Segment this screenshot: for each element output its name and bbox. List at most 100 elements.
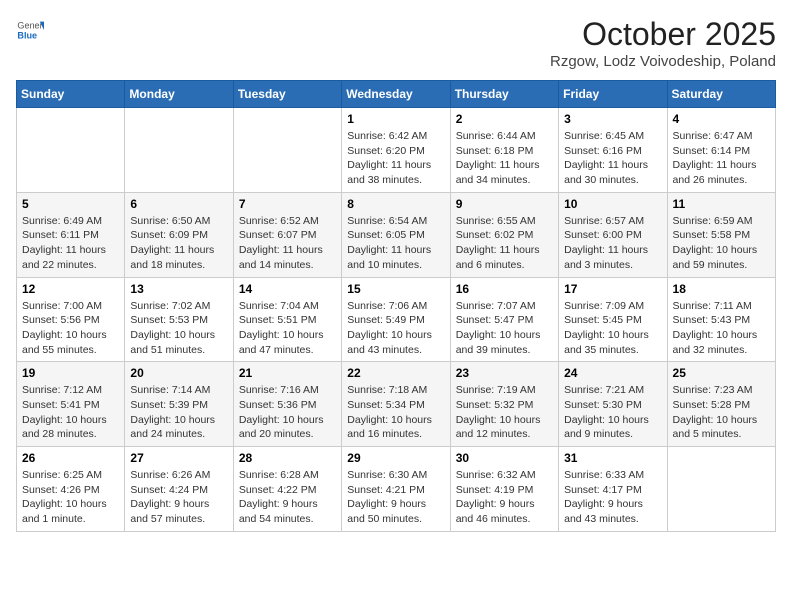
day-number: 13 <box>130 282 227 296</box>
day-content: Sunrise: 7:16 AM Sunset: 5:36 PM Dayligh… <box>239 383 336 442</box>
day-content: Sunrise: 6:45 AM Sunset: 6:16 PM Dayligh… <box>564 129 661 188</box>
calendar-cell: 6Sunrise: 6:50 AM Sunset: 6:09 PM Daylig… <box>125 192 233 277</box>
calendar-cell: 23 Sunrise: 7:19 AM Sunset: 5:32 PM Dayli… <box>450 362 558 447</box>
calendar-cell <box>125 108 233 193</box>
calendar-cell <box>17 108 125 193</box>
calendar-cell: 28 Sunrise: 6:28 AM Sunset: 4:22 PM Dayli… <box>233 447 341 532</box>
weekday-header-cell: Tuesday <box>233 81 341 108</box>
logo: General Blue <box>16 16 44 44</box>
day-number: 1 <box>347 112 444 126</box>
calendar-cell: 9Sunrise: 6:55 AM Sunset: 6:02 PM Daylig… <box>450 192 558 277</box>
calendar-body: 1 Sunrise: 6:42 AM Sunset: 6:20 PM Daylig… <box>17 108 776 532</box>
day-content: Sunrise: 6:52 AM Sunset: 6:07 PM Dayligh… <box>239 214 336 273</box>
day-content: Sunrise: 6:54 AM Sunset: 6:05 PM Dayligh… <box>347 214 444 273</box>
day-content: Sunrise: 7:09 AM Sunset: 5:45 PM Dayligh… <box>564 299 661 358</box>
calendar-table: SundayMondayTuesdayWednesdayThursdayFrid… <box>16 80 776 532</box>
day-number: 22 <box>347 366 444 380</box>
day-number: 25 <box>673 366 770 380</box>
svg-text:Blue: Blue <box>17 30 37 40</box>
day-content: Sunrise: 7:12 AM Sunset: 5:41 PM Dayligh… <box>22 383 119 442</box>
day-content: Sunrise: 6:59 AM Sunset: 5:58 PM Dayligh… <box>673 214 770 273</box>
day-number: 17 <box>564 282 661 296</box>
day-number: 30 <box>456 451 553 465</box>
day-content: Sunrise: 6:30 AM Sunset: 4:21 PM Dayligh… <box>347 468 444 527</box>
day-number: 15 <box>347 282 444 296</box>
calendar-cell <box>233 108 341 193</box>
calendar-cell: 10 Sunrise: 6:57 AM Sunset: 6:00 PM Dayli… <box>559 192 667 277</box>
day-content: Sunrise: 6:42 AM Sunset: 6:20 PM Dayligh… <box>347 129 444 188</box>
day-content: Sunrise: 7:11 AM Sunset: 5:43 PM Dayligh… <box>673 299 770 358</box>
day-content: Sunrise: 6:26 AM Sunset: 4:24 PM Dayligh… <box>130 468 227 527</box>
calendar-cell: 14 Sunrise: 7:04 AM Sunset: 5:51 PM Dayli… <box>233 277 341 362</box>
calendar-cell: 26 Sunrise: 6:25 AM Sunset: 4:26 PM Dayli… <box>17 447 125 532</box>
day-content: Sunrise: 6:28 AM Sunset: 4:22 PM Dayligh… <box>239 468 336 527</box>
weekday-header-row: SundayMondayTuesdayWednesdayThursdayFrid… <box>17 81 776 108</box>
calendar-week-row: 12Sunrise: 7:00 AM Sunset: 5:56 PM Dayli… <box>17 277 776 362</box>
calendar-cell: 4 Sunrise: 6:47 AM Sunset: 6:14 PM Daylig… <box>667 108 775 193</box>
day-number: 4 <box>673 112 770 126</box>
day-content: Sunrise: 7:06 AM Sunset: 5:49 PM Dayligh… <box>347 299 444 358</box>
weekday-header-cell: Monday <box>125 81 233 108</box>
calendar-cell: 1 Sunrise: 6:42 AM Sunset: 6:20 PM Daylig… <box>342 108 450 193</box>
day-number: 28 <box>239 451 336 465</box>
calendar-week-row: 26 Sunrise: 6:25 AM Sunset: 4:26 PM Dayli… <box>17 447 776 532</box>
calendar-cell: 29 Sunrise: 6:30 AM Sunset: 4:21 PM Dayli… <box>342 447 450 532</box>
day-content: Sunrise: 6:33 AM Sunset: 4:17 PM Dayligh… <box>564 468 661 527</box>
day-number: 19 <box>22 366 119 380</box>
calendar-cell: 24 Sunrise: 7:21 AM Sunset: 5:30 PM Dayli… <box>559 362 667 447</box>
day-content: Sunrise: 7:19 AM Sunset: 5:32 PM Dayligh… <box>456 383 553 442</box>
day-number: 16 <box>456 282 553 296</box>
calendar-cell: 11Sunrise: 6:59 AM Sunset: 5:58 PM Dayli… <box>667 192 775 277</box>
day-content: Sunrise: 6:32 AM Sunset: 4:19 PM Dayligh… <box>456 468 553 527</box>
day-content: Sunrise: 7:23 AM Sunset: 5:28 PM Dayligh… <box>673 383 770 442</box>
day-number: 2 <box>456 112 553 126</box>
day-number: 14 <box>239 282 336 296</box>
calendar-cell: 18 Sunrise: 7:11 AM Sunset: 5:43 PM Dayli… <box>667 277 775 362</box>
day-number: 3 <box>564 112 661 126</box>
day-number: 27 <box>130 451 227 465</box>
calendar-cell <box>667 447 775 532</box>
day-content: Sunrise: 6:47 AM Sunset: 6:14 PM Dayligh… <box>673 129 770 188</box>
weekday-header-cell: Sunday <box>17 81 125 108</box>
weekday-header-cell: Wednesday <box>342 81 450 108</box>
day-content: Sunrise: 6:44 AM Sunset: 6:18 PM Dayligh… <box>456 129 553 188</box>
calendar-cell: 15 Sunrise: 7:06 AM Sunset: 5:49 PM Dayli… <box>342 277 450 362</box>
day-content: Sunrise: 6:57 AM Sunset: 6:00 PM Dayligh… <box>564 214 661 273</box>
day-number: 20 <box>130 366 227 380</box>
day-content: Sunrise: 7:21 AM Sunset: 5:30 PM Dayligh… <box>564 383 661 442</box>
day-number: 12 <box>22 282 119 296</box>
calendar-cell: 31Sunrise: 6:33 AM Sunset: 4:17 PM Dayli… <box>559 447 667 532</box>
day-number: 24 <box>564 366 661 380</box>
day-content: Sunrise: 6:50 AM Sunset: 6:09 PM Dayligh… <box>130 214 227 273</box>
calendar-cell: 21 Sunrise: 7:16 AM Sunset: 5:36 PM Dayli… <box>233 362 341 447</box>
calendar-cell: 27 Sunrise: 6:26 AM Sunset: 4:24 PM Dayli… <box>125 447 233 532</box>
weekday-header-cell: Thursday <box>450 81 558 108</box>
calendar-cell: 7Sunrise: 6:52 AM Sunset: 6:07 PM Daylig… <box>233 192 341 277</box>
day-content: Sunrise: 6:55 AM Sunset: 6:02 PM Dayligh… <box>456 214 553 273</box>
month-title: October 2025 <box>550 16 776 53</box>
title-block: October 2025 Rzgow, Lodz Voivodeship, Po… <box>550 16 776 70</box>
weekday-header-cell: Saturday <box>667 81 775 108</box>
calendar-cell: 30 Sunrise: 6:32 AM Sunset: 4:19 PM Dayli… <box>450 447 558 532</box>
day-number: 18 <box>673 282 770 296</box>
day-content: Sunrise: 7:07 AM Sunset: 5:47 PM Dayligh… <box>456 299 553 358</box>
day-content: Sunrise: 6:25 AM Sunset: 4:26 PM Dayligh… <box>22 468 119 527</box>
day-number: 29 <box>347 451 444 465</box>
page-header: General Blue October 2025 Rzgow, Lodz Vo… <box>16 16 776 70</box>
day-number: 10 <box>564 197 661 211</box>
calendar-week-row: 19 Sunrise: 7:12 AM Sunset: 5:41 PM Dayli… <box>17 362 776 447</box>
location-title: Rzgow, Lodz Voivodeship, Poland <box>550 53 776 70</box>
day-number: 23 <box>456 366 553 380</box>
day-content: Sunrise: 7:04 AM Sunset: 5:51 PM Dayligh… <box>239 299 336 358</box>
calendar-cell: 8Sunrise: 6:54 AM Sunset: 6:05 PM Daylig… <box>342 192 450 277</box>
logo-icon: General Blue <box>16 16 44 44</box>
weekday-header-cell: Friday <box>559 81 667 108</box>
day-content: Sunrise: 7:02 AM Sunset: 5:53 PM Dayligh… <box>130 299 227 358</box>
calendar-cell: 2 Sunrise: 6:44 AM Sunset: 6:18 PM Daylig… <box>450 108 558 193</box>
svg-text:General: General <box>17 21 44 31</box>
day-number: 26 <box>22 451 119 465</box>
calendar-cell: 17 Sunrise: 7:09 AM Sunset: 5:45 PM Dayli… <box>559 277 667 362</box>
calendar-cell: 20Sunrise: 7:14 AM Sunset: 5:39 PM Dayli… <box>125 362 233 447</box>
calendar-cell: 16 Sunrise: 7:07 AM Sunset: 5:47 PM Dayli… <box>450 277 558 362</box>
day-number: 21 <box>239 366 336 380</box>
